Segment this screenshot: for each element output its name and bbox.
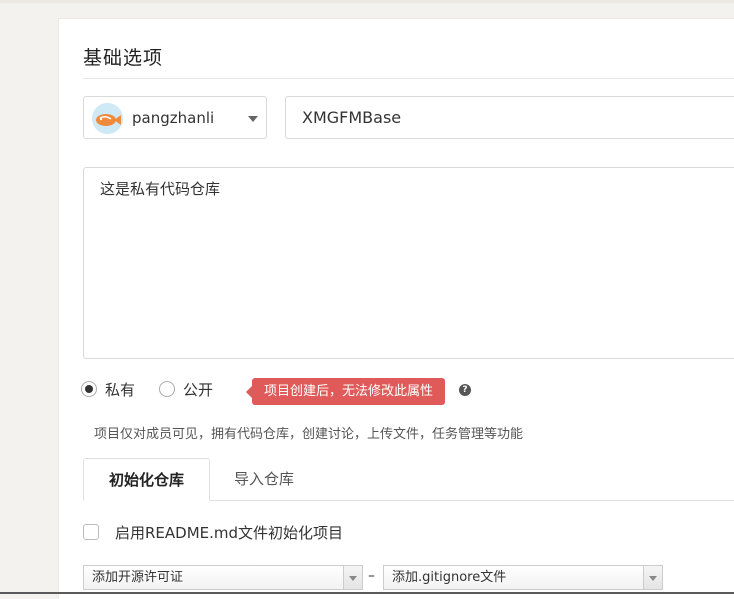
avatar <box>92 103 123 134</box>
help-icon[interactable]: ? <box>459 384 471 396</box>
private-radio[interactable] <box>81 381 97 397</box>
repo-name-input[interactable] <box>285 96 734 139</box>
visibility-tooltip: 项目创建后，无法修改此属性 <box>246 378 445 405</box>
tab-init-repo[interactable]: 初始化仓库 <box>83 458 210 501</box>
owner-select[interactable]: pangzhanli <box>83 96 267 139</box>
visibility-hint: 项目仅对成员可见，拥有代码仓库，创建讨论，上传文件，任务管理等功能 <box>94 427 524 442</box>
public-label[interactable]: 公开 <box>183 379 213 400</box>
gitignore-select[interactable]: 添加.gitignore文件 <box>383 565 663 590</box>
gitignore-select-arrow-icon <box>643 566 662 589</box>
description-textarea[interactable]: 这是私有代码仓库 <box>83 167 734 359</box>
section-title: 基础选项 <box>83 47 164 69</box>
basic-options-card: 基础选项 pangzhanli 这是私有代码仓库 私有 公开 项目创建后，无法修… <box>58 18 734 599</box>
fish-avatar-icon <box>92 103 123 134</box>
tab-import-repo[interactable]: 导入仓库 <box>219 458 309 501</box>
readme-label[interactable]: 启用README.md文件初始化项目 <box>115 522 343 543</box>
chevron-down-icon <box>248 116 258 122</box>
public-radio[interactable] <box>159 381 175 397</box>
readme-checkbox[interactable] <box>83 524 99 540</box>
owner-name: pangzhanli <box>132 109 215 127</box>
top-border <box>0 0 734 3</box>
select-separator: – <box>368 568 375 584</box>
section-divider <box>83 78 734 79</box>
gitignore-select-value: 添加.gitignore文件 <box>392 570 507 585</box>
private-label[interactable]: 私有 <box>105 379 135 400</box>
license-select-value: 添加开源许可证 <box>92 570 184 585</box>
license-select[interactable]: 添加开源许可证 <box>83 565 363 590</box>
license-select-arrow-icon <box>343 566 362 589</box>
